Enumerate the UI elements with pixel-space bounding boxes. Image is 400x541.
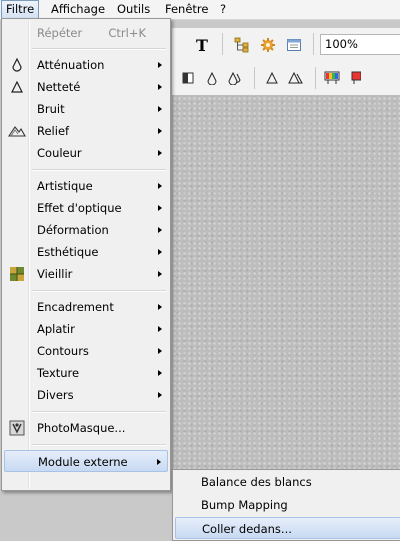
menu-item-attenuation[interactable]: Atténuation [4,54,168,76]
menu-item-label: Module externe [38,455,128,469]
menu-item-label: Encadrement [37,300,114,314]
menu-item-artistique[interactable]: Artistique [4,175,168,197]
menu-item-texture[interactable]: Texture [4,362,168,384]
menu-item-contours[interactable]: Contours [4,340,168,362]
submenu-arrow-icon [158,128,162,134]
menu-item-label: Couleur [37,146,82,160]
drop-icon[interactable] [202,68,222,88]
menu-item-encadrement[interactable]: Encadrement [4,296,168,318]
filtre-menu: Répéter Ctrl+K Atténuation Netteté Bruit… [1,18,171,491]
submenu-item-label: Balance des blancs [201,475,312,489]
menu-item-label: PhotoMasque... [37,421,126,435]
submenu-arrow-icon [157,459,161,465]
menu-item-divers[interactable]: Divers [4,384,168,406]
submenu-arrow-icon [158,326,162,332]
sharpen-more-icon[interactable] [286,68,306,88]
menu-item-label: Artistique [37,179,93,193]
submenu-arrow-icon [158,304,162,310]
menu-separator [32,169,166,171]
menu-item-repeter: Répéter Ctrl+K [4,22,168,44]
double-drop-icon[interactable] [225,68,245,88]
menu-item-shortcut: Ctrl+K [108,26,146,40]
attenuation-drop-icon [8,56,26,74]
menu-item-label: Netteté [37,80,81,94]
menu-item-nettete[interactable]: Netteté [4,76,168,98]
toolbar-separator [254,67,255,89]
menu-item-deformation[interactable]: Déformation [4,219,168,241]
menu-item-vieillir[interactable]: Vieillir [4,263,168,285]
menu-item-label: Déformation [37,223,109,237]
submenu-arrow-icon [158,183,162,189]
submenu-arrow-icon [158,348,162,354]
gear-icon[interactable] [258,35,278,55]
aging-icon [8,265,26,283]
submenu-item-coller-dedans[interactable]: Coller dedans... [175,517,400,539]
zoom-field[interactable]: 100% [320,34,400,55]
text-tool-icon[interactable]: T [192,34,212,56]
toolbar-top: T 100% [172,28,400,63]
relief-icon [8,122,26,140]
toolbar-separator [313,33,314,55]
tree-icon[interactable] [232,35,252,55]
toolbar-separator [315,67,316,89]
menu-item-label: Divers [37,388,74,402]
submenu-arrow-icon [158,62,162,68]
menu-item-label: Aplatir [37,322,75,336]
menu-filtre[interactable]: Filtre [1,0,40,19]
menu-item-label: Vieillir [37,267,73,281]
submenu-arrow-icon [158,392,162,398]
menu-separator [32,48,166,50]
submenu-arrow-icon [158,150,162,156]
submenu-arrow-icon [158,271,162,277]
window-icon[interactable] [284,35,304,55]
contrast-icon[interactable] [178,68,198,88]
toolbar-separator [222,33,223,55]
submenu-item-balance-blancs[interactable]: Balance des blancs [175,471,400,493]
submenu-arrow-icon [158,370,162,376]
menu-help[interactable]: ? [216,0,230,19]
menu-item-module-externe[interactable]: Module externe [4,450,168,472]
submenu-arrow-icon [158,84,162,90]
menu-separator [32,411,166,413]
submenu-arrow-icon [158,227,162,233]
menu-separator [32,290,166,292]
menu-separator [32,444,166,446]
sharpen-triangle-icon [8,78,26,96]
menu-item-label: Texture [37,366,80,380]
menu-item-label: Contours [37,344,89,358]
submenu-arrow-icon [158,249,162,255]
submenu-arrow-icon [158,106,162,112]
menu-item-photomasque[interactable]: PhotoMasque... [4,417,168,439]
module-externe-submenu: Balance des blancs Bump Mapping Coller d… [172,469,400,541]
color-palette-icon[interactable] [322,68,342,88]
submenu-item-label: Bump Mapping [201,498,288,512]
menu-item-aplatir[interactable]: Aplatir [4,318,168,340]
submenu-item-label: Coller dedans... [202,522,292,536]
color-icon[interactable] [346,68,366,88]
menu-item-relief[interactable]: Relief [4,120,168,142]
menu-item-label: Bruit [37,102,65,116]
menu-outils[interactable]: Outils [113,0,154,19]
menu-item-effet-optique[interactable]: Effet d'optique [4,197,168,219]
submenu-arrow-icon [158,205,162,211]
menu-item-label: Atténuation [37,58,105,72]
menu-item-esthetique[interactable]: Esthétique [4,241,168,263]
sharpen-icon[interactable] [262,68,282,88]
submenu-item-bump-mapping[interactable]: Bump Mapping [175,494,400,516]
menu-affichage[interactable]: Affichage [47,0,109,19]
menu-item-bruit[interactable]: Bruit [4,98,168,120]
toolbar-filters [172,62,400,96]
menu-item-couleur[interactable]: Couleur [4,142,168,164]
menu-item-label: Effet d'optique [37,201,122,215]
photomask-icon [8,419,26,437]
menu-bar: Filtre Affichage Outils Fenêtre ? [0,0,400,20]
menu-fenetre[interactable]: Fenêtre [161,0,212,19]
menu-item-label: Relief [37,124,70,138]
menu-item-label: Répéter [37,26,83,40]
menu-item-label: Esthétique [37,245,99,259]
